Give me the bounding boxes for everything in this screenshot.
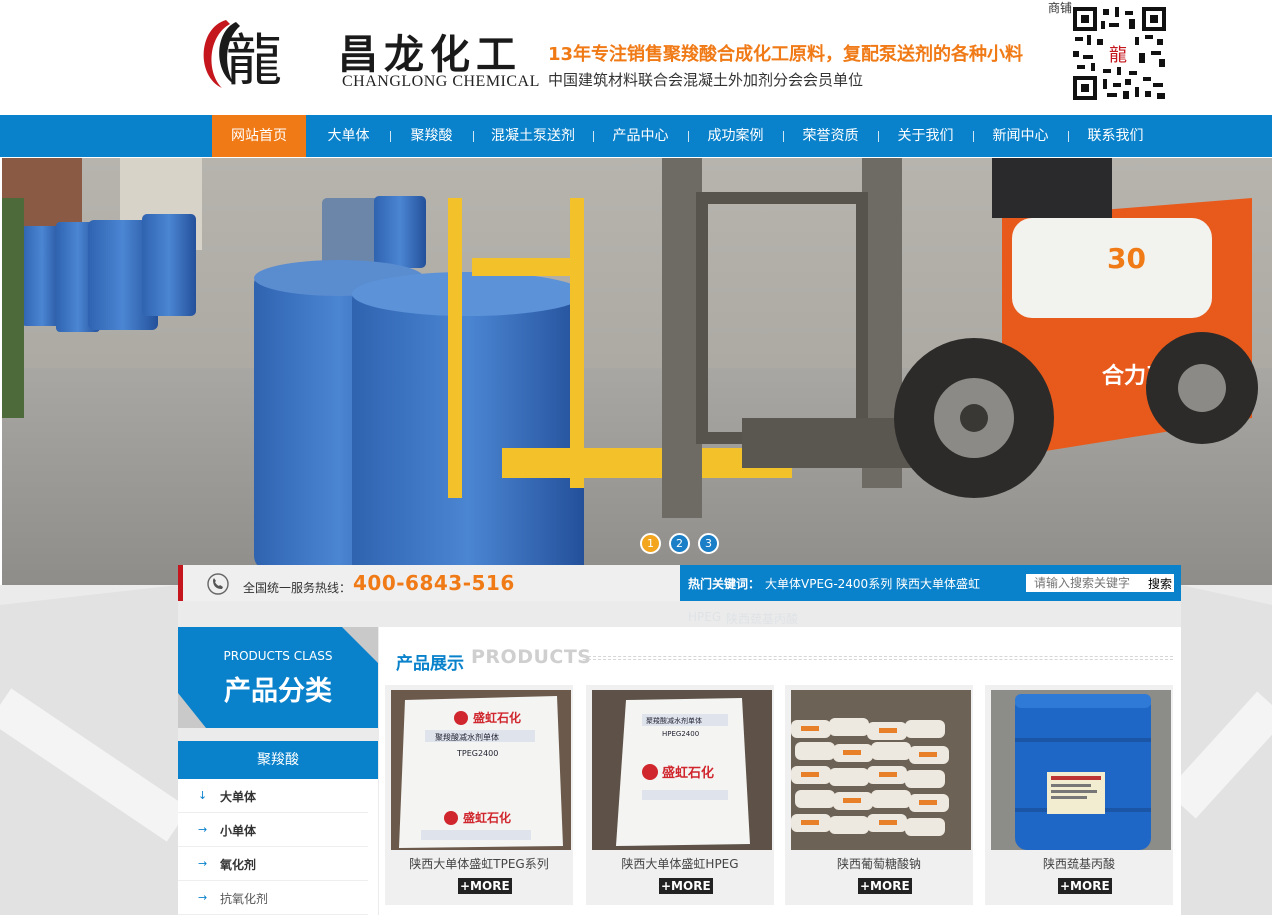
more-button[interactable]: +MORE [858,878,912,894]
nav-separator [688,131,689,142]
more-button[interactable]: +MORE [1058,878,1112,894]
product-name[interactable]: 陕西大单体盛虹HPEG [586,855,774,872]
sidebar-item-label: 小单体 [220,824,257,838]
hot-keyword-link[interactable]: 陕西巯基丙酸 [726,610,798,627]
product-image[interactable] [791,690,971,850]
arrow-right-icon: → [198,891,208,904]
forklift-photo: 30 合力叉车 [2,158,1272,585]
site-header: 龍 昌龙化工 CHANGLONG CHEMICAL 13年专注销售聚羧酸合成化工… [0,0,1272,115]
products-title-en: PRODUCTS [471,646,592,668]
main-nav: 网站首页 大单体 聚羧酸 混凝土泵送剂 产品中心 成功案例 荣誉资质 关于我们 … [0,115,1272,157]
product-name[interactable]: 陕西大单体盛虹TPEG系列 [385,855,573,872]
changlong-logo-icon[interactable]: 龍 [196,14,308,98]
nav-separator [1068,131,1069,142]
sidebar-item-label: 氧化剂 [220,858,257,872]
section-divider [583,656,1173,660]
bag-brand: 盛虹石化 [662,765,714,781]
bag-brand: 盛虹石化 [463,810,511,825]
hot-keyword-link[interactable]: 陕西大单体盛虹 [896,575,980,592]
hot-keyword-link[interactable]: HPEG [688,610,721,624]
phone-icon [207,573,229,595]
nav-item-macromonomer[interactable]: 大单体 [317,115,380,157]
more-button[interactable]: +MORE [458,878,512,894]
product-image[interactable]: 聚羧酸减水剂单体 HPEG2400 盛虹石化 [592,690,772,850]
sidebar-item-small-monomer[interactable]: → 小单体 [178,813,368,847]
search-bar: 热门关键词： 大单体VPEG-2400系列 陕西大单体盛虹 HPEG 陕西巯基丙… [680,565,1181,626]
product-image[interactable]: 盛虹石化 聚羧酸减水剂单体 TPEG2400 盛虹石化 [391,690,571,850]
bag-text: 聚羧酸减水剂单体 [646,716,702,725]
nav-separator [390,131,391,142]
nav-item-cases[interactable]: 成功案例 [698,115,773,157]
header-slogan: 13年专注销售聚羧酸合成化工原料，复配泵送剂的各种小料 [548,44,1024,65]
qr-label: 商铺 [1048,1,1073,15]
company-name-en: CHANGLONG CHEMICAL [342,73,540,90]
sidebar-item-oxidant[interactable]: → 氧化剂 [178,847,368,881]
slide-dot[interactable]: 2 [669,533,690,554]
arrow-right-icon: → [198,857,208,870]
forklift-series-mark: 30 [1107,242,1146,275]
nav-item-products[interactable]: 产品中心 [603,115,678,157]
nav-item-contact[interactable]: 联系我们 [1078,115,1153,157]
nav-item-polycarboxylate[interactable]: 聚羧酸 [400,115,463,157]
product-bag-hpeg: 聚羧酸减水剂单体 HPEG2400 盛虹石化 [592,690,772,850]
products-title-cn: 产品展示 [396,654,464,674]
product-class-header: PRODUCTS CLASS 产品分类 [178,627,378,728]
product-sacks-sodium-gluconate [791,690,971,850]
hot-keywords-title: 热门关键词： [688,577,761,591]
bag-code: HPEG2400 [662,730,699,738]
product-class-title-en: PRODUCTS CLASS [223,649,333,663]
slide-dot[interactable]: 1 [640,533,661,554]
nav-item-news[interactable]: 新闻中心 [983,115,1058,157]
nav-item-pumping-agent[interactable]: 混凝土泵送剂 [483,115,583,157]
nav-separator [473,131,474,142]
sidebar-list: ↓ 大单体 → 小单体 → 氧化剂 → 抗氧化剂 [178,779,378,915]
nav-item-honors[interactable]: 荣誉资质 [793,115,868,157]
product-class-title-cn: 产品分类 [224,676,332,707]
product-name[interactable]: 陕西葡萄糖酸钠 [785,855,973,872]
header-subslogan: 中国建筑材料联合会混凝土外加剂分会会员单位 [548,71,864,89]
arrow-down-icon: ↓ [198,789,208,802]
search-button[interactable]: 搜索 [1148,574,1174,592]
hotline-bar: 全国统一服务热线： 400-6843-516 [178,565,680,601]
product-bag-tpeg: 盛虹石化 聚羧酸减水剂单体 TPEG2400 盛虹石化 [391,690,571,850]
arrow-right-icon: → [198,823,208,836]
slide-dot[interactable]: 3 [698,533,719,554]
nav-separator [878,131,879,142]
search-input[interactable] [1026,574,1148,592]
more-button[interactable]: +MORE [659,878,713,894]
product-card[interactable]: 聚羧酸减水剂单体 HPEG2400 盛虹石化 陕西大单体盛虹HPEG +MORE [586,685,774,905]
nav-item-about[interactable]: 关于我们 [888,115,963,157]
qr-logo-glyph: 龍 [1109,45,1127,66]
hotline-label: 全国统一服务热线： [243,581,352,595]
bag-code: TPEG2400 [456,749,498,758]
company-name-cn: 昌龙化工 [338,31,522,78]
product-card[interactable]: 陕西葡萄糖酸钠 +MORE [785,685,973,905]
product-card[interactable]: 陕西巯基丙酸 +MORE [985,685,1173,905]
products-section: 产品展示 PRODUCTS 盛虹石化 聚羧酸减水剂单体 TPEG2400 盛虹石… [379,627,1181,915]
product-card[interactable]: 盛虹石化 聚羧酸减水剂单体 TPEG2400 盛虹石化 陕西大单体盛虹TPEG系… [385,685,573,905]
sidebar-item-label: 大单体 [220,790,257,804]
product-barrel-mercaptopropionic-acid [991,690,1171,850]
logo-glyph: 龍 [226,29,282,94]
qr-code-icon[interactable]: 龍 [1073,7,1166,100]
nav-separator [593,131,594,142]
hotline-number[interactable]: 400-6843-516 [353,571,515,595]
hot-keyword-link[interactable]: 大单体VPEG-2400系列 [765,575,892,592]
product-name[interactable]: 陕西巯基丙酸 [985,855,1173,872]
sidebar-item-label: 抗氧化剂 [220,892,269,906]
bag-brand: 盛虹石化 [473,710,521,725]
product-image[interactable] [991,690,1171,850]
nav-separator [783,131,784,142]
sidebar-category-polycarboxylate[interactable]: 聚羧酸 [178,741,378,779]
nav-item-home[interactable]: 网站首页 [212,115,306,157]
sidebar-item-antioxidant[interactable]: → 抗氧化剂 [178,881,368,915]
nav-separator [973,131,974,142]
sidebar-item-macromonomer[interactable]: ↓ 大单体 [178,779,368,813]
bag-text: 聚羧酸减水剂单体 [435,732,499,742]
hero-banner[interactable]: 30 合力叉车 [2,158,1272,585]
